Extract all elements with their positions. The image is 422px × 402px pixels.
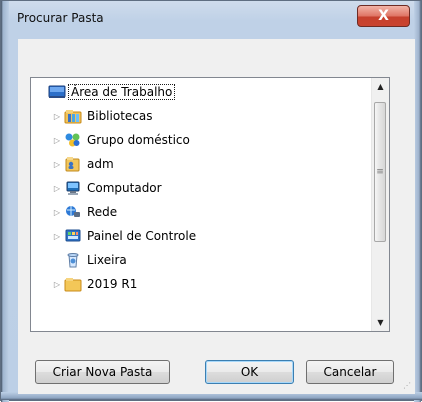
scroll-up-icon[interactable]: ▲: [372, 78, 389, 95]
scroll-thumb[interactable]: ≡: [374, 102, 386, 242]
resize-grip-icon[interactable]: ⋰: [403, 382, 411, 390]
scroll-down-icon[interactable]: ▼: [372, 314, 389, 331]
tree-expander-icon[interactable]: ▷: [52, 232, 62, 241]
tree-expander-icon[interactable]: ▷: [52, 160, 62, 169]
tree-item-2019-r1[interactable]: ▷ 2019 R1: [52, 275, 137, 293]
folder-icon: [64, 276, 82, 292]
folder-tree-list: Área de Trabalho ▷ Bibliotecas ▷ Grupo d…: [31, 78, 375, 331]
ok-button[interactable]: OK: [205, 360, 294, 384]
control-panel-icon: [64, 228, 82, 244]
recycle-bin-icon: [64, 252, 82, 268]
cancel-button[interactable]: Cancelar: [306, 360, 394, 384]
tree-item-label: Computador: [87, 181, 162, 195]
tree-item-network[interactable]: ▷ Rede: [52, 203, 117, 221]
tree-item-desktop[interactable]: Área de Trabalho: [36, 83, 176, 101]
computer-icon: [64, 180, 82, 196]
new-folder-button[interactable]: Criar Nova Pasta: [35, 360, 170, 384]
tree-item-adm[interactable]: ▷ adm: [52, 155, 114, 173]
close-button[interactable]: X: [357, 5, 410, 27]
tree-item-label: Lixeira: [87, 253, 127, 267]
tree-expander-icon[interactable]: ▷: [52, 280, 62, 289]
window-left-border: [1, 1, 9, 402]
scroll-grip-icon: ≡: [376, 166, 384, 177]
browse-folder-dialog: Procurar Pasta X Área de Trabalho ▷ Bibl…: [0, 0, 422, 402]
window-title: Procurar Pasta: [17, 11, 104, 25]
tree-item-homegroup[interactable]: ▷ Grupo doméstico: [52, 131, 190, 149]
network-icon: [64, 204, 82, 220]
tree-item-control-panel[interactable]: ▷ Painel de Controle: [52, 227, 196, 245]
tree-item-label: Rede: [87, 205, 118, 219]
tree-expander-icon[interactable]: ▷: [52, 136, 62, 145]
tree-item-label: Área de Trabalho: [68, 84, 176, 100]
tree-expander-icon[interactable]: ▷: [52, 208, 62, 217]
tree-item-label: 2019 R1: [87, 277, 138, 291]
folder-tree-view[interactable]: Área de Trabalho ▷ Bibliotecas ▷ Grupo d…: [30, 77, 390, 332]
user-folder-icon: [64, 156, 82, 172]
tree-item-label: Bibliotecas: [87, 109, 153, 123]
homegroup-icon: [64, 132, 82, 148]
tree-item-label: Painel de Controle: [87, 229, 197, 243]
tree-item-libraries[interactable]: ▷ Bibliotecas: [52, 107, 152, 125]
libraries-icon: [64, 108, 82, 124]
window-right-border: [414, 1, 421, 402]
tree-expander-icon[interactable]: ▷: [52, 112, 62, 121]
tree-item-recycle-bin[interactable]: Lixeira: [52, 251, 127, 269]
desktop-icon: [48, 84, 66, 100]
tree-scrollbar[interactable]: ▲ ≡ ▼: [371, 78, 389, 331]
tree-expander-icon[interactable]: ▷: [52, 184, 62, 193]
tree-item-computer[interactable]: ▷ Computador: [52, 179, 162, 197]
close-icon: X: [378, 8, 389, 24]
tree-item-label: Grupo doméstico: [87, 133, 190, 147]
tree-item-label: adm: [87, 157, 114, 171]
